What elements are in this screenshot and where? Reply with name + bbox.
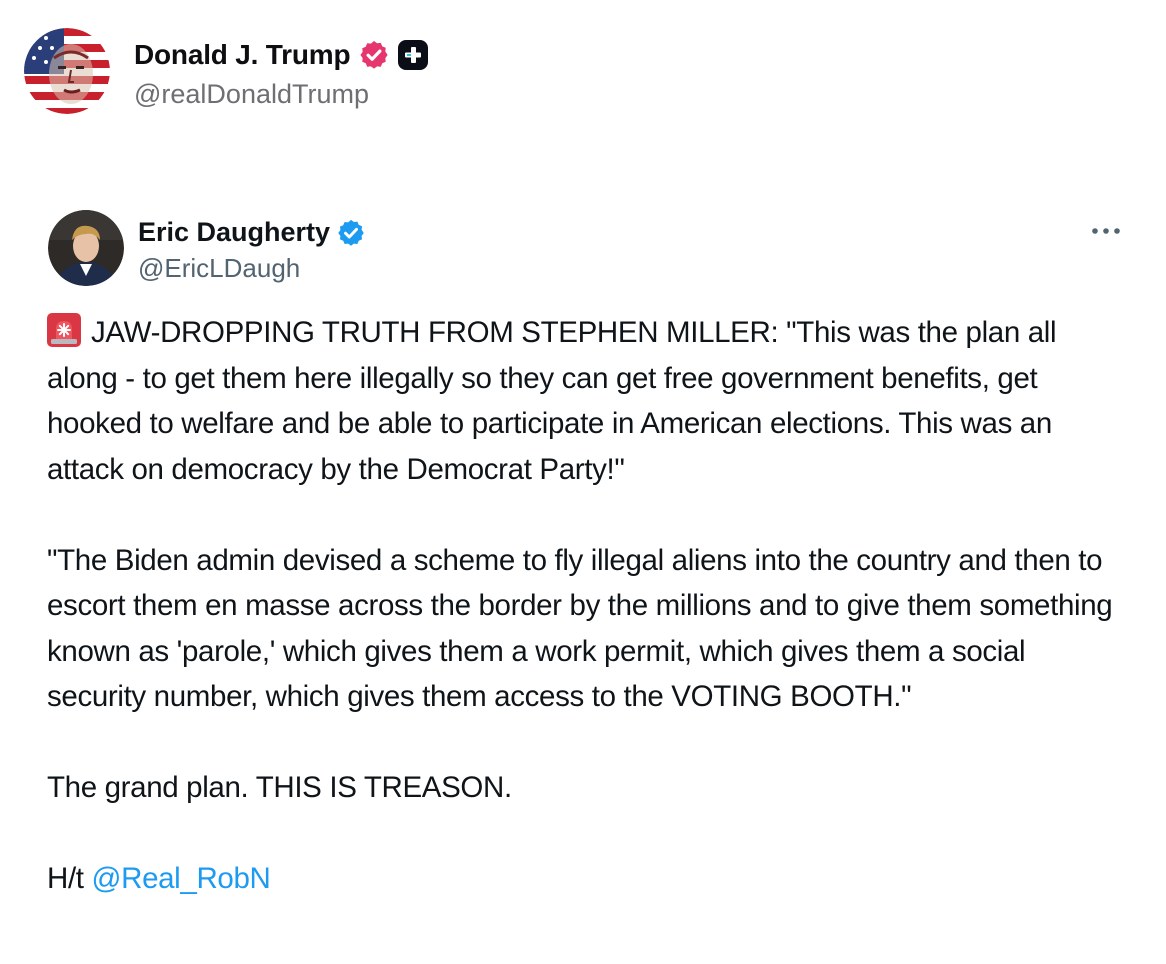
outer-post-header: Donald J. Trump @realDonaldTrump	[24, 28, 429, 114]
tweet-text: JAW-DROPPING TRUTH FROM STEPHEN MILLER: …	[47, 310, 1127, 947]
plus-badge-icon	[398, 39, 429, 70]
avatar[interactable]	[24, 28, 110, 114]
outer-name-row: Donald J. Trump	[134, 33, 429, 77]
more-options-button[interactable]	[1086, 216, 1126, 246]
outer-handle[interactable]: @realDonaldTrump	[134, 79, 428, 110]
tweet-name-row: Eric Daugherty	[138, 213, 366, 253]
siren-icon	[47, 313, 81, 347]
tweet-paragraph: JAW-DROPPING TRUTH FROM STEPHEN MILLER: …	[47, 310, 1127, 492]
tweet-author-handle[interactable]: @EricLDaugh	[138, 253, 366, 284]
flag-portrait-avatar-icon	[24, 28, 110, 114]
tweet-paragraph-text: The grand plan. THIS IS TREASON.	[47, 771, 512, 804]
profile-photo-icon	[48, 210, 124, 286]
more-horizontal-icon	[1092, 228, 1120, 234]
avatar[interactable]	[48, 210, 124, 286]
tweet-author-name[interactable]: Eric Daugherty	[138, 217, 330, 248]
mention-link[interactable]: @Real_RobN	[92, 862, 271, 895]
hat-tip-prefix: H/t	[47, 862, 84, 895]
verified-badge-blue-icon	[336, 218, 366, 248]
hat-tip-line: H/t @Real_RobN	[47, 856, 1127, 902]
tweet-author-info: Eric Daugherty @EricLDaugh	[138, 213, 366, 284]
verified-badge-red-icon	[358, 39, 390, 71]
outer-author-info: Donald J. Trump @realDonaldTrump	[134, 33, 429, 110]
tweet-paragraph-text: "The Biden admin devised a scheme to fly…	[47, 543, 1113, 714]
outer-display-name[interactable]: Donald J. Trump	[134, 39, 351, 71]
tweet-paragraph-text: JAW-DROPPING TRUTH FROM STEPHEN MILLER: …	[47, 316, 1057, 486]
tweet-header: Eric Daugherty @EricLDaugh	[48, 208, 1126, 288]
tweet-paragraph: The grand plan. THIS IS TREASON.	[47, 765, 1127, 811]
tweet-paragraph: "The Biden admin devised a scheme to fly…	[47, 538, 1127, 720]
